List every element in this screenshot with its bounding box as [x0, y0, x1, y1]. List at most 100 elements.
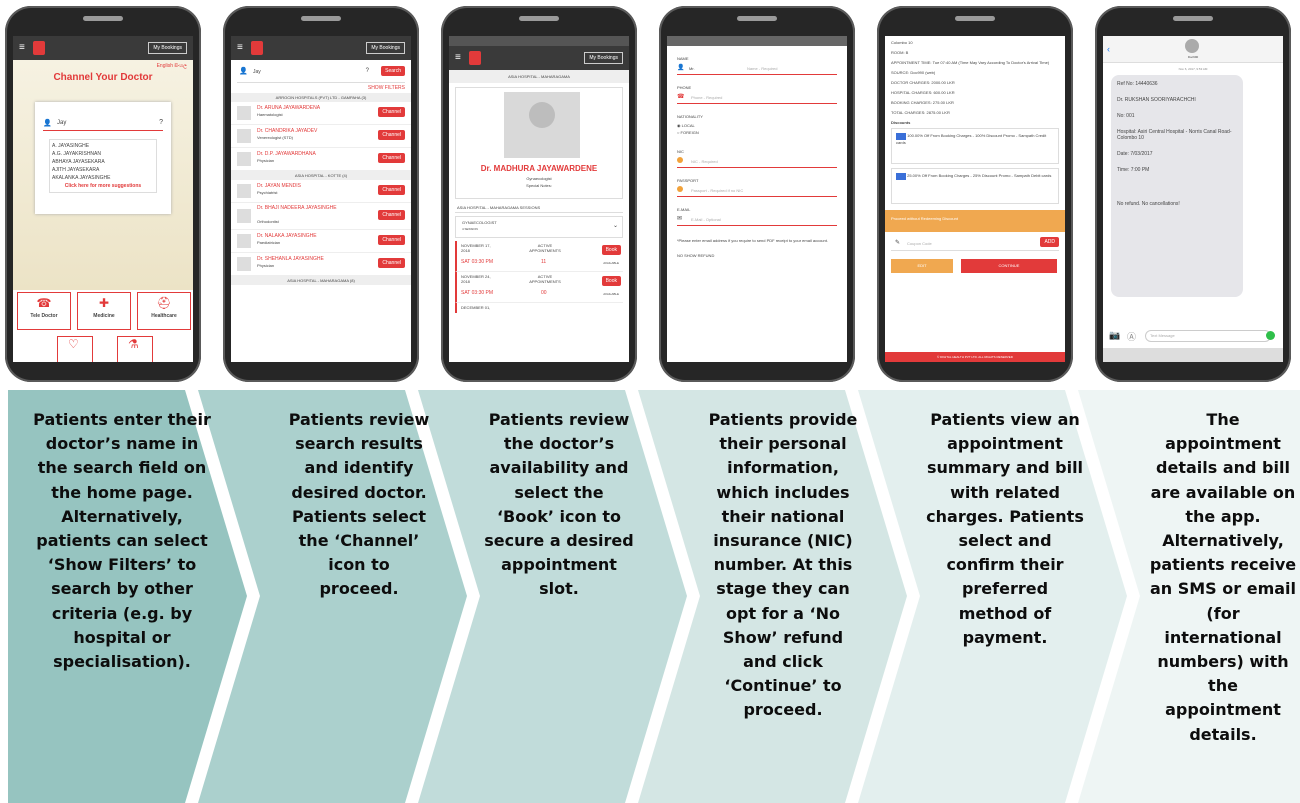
tile-healthcare[interactable]: ⛑ Healthcare: [137, 292, 191, 330]
slot-label: ACTIVE APPOINTMENTS: [529, 243, 561, 253]
card-icon: [896, 173, 906, 180]
hospital-section-header: ASIA HOSPITAL - KOTTE (4): [231, 171, 411, 180]
channel-button[interactable]: Channel: [378, 153, 405, 163]
proceed-without-discount[interactable]: Proceed without Redeeming Discount: [885, 210, 1065, 232]
passport-input[interactable]: Passport - Required if no NIC: [691, 188, 743, 193]
no-show-refund-label[interactable]: NO SHOW REFUND: [677, 253, 837, 258]
book-button[interactable]: Book: [601, 245, 621, 255]
suggestion-item[interactable]: ABHAYA JAYASEKARA: [52, 158, 154, 166]
name-input[interactable]: Name - Required: [747, 66, 777, 71]
sms-line: Dr. RUKSHAN SOORIYARACHCHI: [1117, 97, 1196, 103]
back-icon[interactable]: ‹: [1107, 44, 1110, 54]
my-bookings-button[interactable]: My Bookings: [366, 42, 405, 54]
search-button[interactable]: Search: [381, 66, 405, 76]
channel-button[interactable]: Channel: [378, 185, 405, 195]
apps-icon[interactable]: Ⓐ: [1127, 330, 1136, 343]
menu-icon[interactable]: ≡: [455, 53, 461, 63]
doctor-row: Dr. NALAKA JAYASINGHE Paediatrician Chan…: [231, 230, 411, 253]
tile-label: Tele Doctor: [30, 313, 58, 319]
help-icon[interactable]: ?: [366, 68, 369, 74]
sms-line: Date: 7/03/2017: [1117, 151, 1153, 157]
phone-search-results: ≡ My Bookings 👤 Jay ? Search SHOW FILTER…: [223, 6, 419, 382]
summary-line: BOOKING CHARGES: 275.00 LKR: [891, 100, 954, 105]
suggestion-item[interactable]: AKALANKA JAYASINGHE: [52, 174, 154, 182]
message-input[interactable]: Text Message: [1145, 330, 1271, 342]
book-button[interactable]: Book: [601, 276, 621, 286]
title-select[interactable]: Mr.: [689, 66, 695, 71]
doctor-specialty: Psychiatrist: [257, 190, 278, 195]
slot-time: SAT 03:30 PM: [461, 259, 494, 265]
discount-option[interactable]: 100.00% Off From Booking Charges - 100% …: [891, 128, 1059, 164]
channel-button[interactable]: Channel: [378, 210, 405, 220]
status-bar: [667, 36, 847, 46]
doctor-name: Dr. D.P. JAYAWARDHANA: [257, 151, 316, 157]
doctor-row: Dr. SHEHANLA JAYASINGHE Physician Channe…: [231, 253, 411, 276]
channel-button[interactable]: Channel: [378, 235, 405, 245]
language-switch[interactable]: English සිංහල: [157, 63, 187, 69]
suggestion-item[interactable]: A. JAYASINGHE: [52, 142, 154, 150]
nationality-foreign-radio[interactable]: ○ FOREIGN: [677, 130, 837, 135]
phone-home-search: ≡ My Bookings English සිංහල Channel Your…: [5, 6, 201, 382]
doctor-card: Dr. MADHURA JAYAWARDENE Gynaecologist Sp…: [455, 87, 623, 199]
message-input-bar: 📷 Ⓐ Text Message: [1103, 328, 1283, 344]
category-dropdown[interactable]: GYNAECOLOGIST 4 SESSION ⌄: [455, 216, 623, 238]
tile-label: Healthcare: [151, 313, 177, 319]
tile-heart[interactable]: ♡: [57, 336, 93, 362]
tile-medicine[interactable]: ✚ Medicine: [77, 292, 131, 330]
edit-button[interactable]: EDIT: [891, 259, 953, 273]
my-bookings-button[interactable]: My Bookings: [148, 42, 187, 54]
channel-button[interactable]: Channel: [378, 107, 405, 117]
email-field[interactable]: ✉ E-Mail - Optional: [677, 215, 837, 226]
channel-button[interactable]: Channel: [378, 130, 405, 140]
channel-button[interactable]: Channel: [378, 258, 405, 268]
tile-lab[interactable]: ⚗: [117, 336, 153, 362]
doctor-name: Dr. BHAJI NADEERA JAYASINGHE: [257, 205, 337, 211]
step-2-text: Patients review search results and ident…: [288, 410, 430, 599]
name-field[interactable]: 👤 Mr. Name - Required: [677, 64, 837, 75]
camera-icon[interactable]: 📷: [1109, 330, 1120, 341]
tile-tele-doctor[interactable]: ☎ Tele Doctor: [17, 292, 71, 330]
phone-screenshots: ≡ My Bookings English සිංහල Channel Your…: [0, 0, 1300, 385]
suggestion-item[interactable]: AJITH JAYASEKARA: [52, 166, 154, 174]
help-icon[interactable]: ?: [159, 119, 163, 126]
nic-input[interactable]: NIC - Required: [691, 159, 718, 164]
suggestion-item[interactable]: A.G. JAYAKRISHNAN: [52, 150, 154, 158]
coupon-field[interactable]: ✎ Coupon Code ADD: [891, 236, 1059, 251]
doctor-search-field[interactable]: 👤 Jay ?: [43, 118, 163, 131]
nationality-foreign: FOREIGN: [680, 130, 699, 135]
nic-label: NIC: [677, 149, 684, 154]
doctor-specialty: Physician: [257, 158, 275, 163]
discounts-heading: Discounts: [891, 120, 911, 125]
slot-label: ACTIVE APPOINTMENTS: [529, 274, 561, 284]
menu-icon[interactable]: ≡: [237, 43, 243, 53]
nationality-local-radio[interactable]: ◉ LOCAL: [677, 123, 837, 128]
email-input[interactable]: E-Mail - Optional: [691, 217, 721, 222]
phone-speaker: [737, 16, 777, 21]
sms-line: Ref No: 14440636: [1117, 81, 1158, 87]
session-slot: NOVEMBER 24, 2018 SAT 03:30 PM ACTIVE AP…: [455, 272, 623, 303]
search-value[interactable]: Jay: [57, 120, 66, 126]
summary-line: DOCTOR CHARGES: 2000.00 LKR: [891, 80, 955, 85]
nic-field[interactable]: NIC - Required: [677, 157, 837, 168]
step-5-text: Patients view an appointment summary and…: [926, 410, 1084, 647]
show-filters-link[interactable]: SHOW FILTERS: [237, 85, 405, 91]
send-icon[interactable]: [1266, 331, 1275, 340]
doctor-avatar: [237, 106, 251, 120]
coupon-input[interactable]: Coupon Code: [907, 241, 932, 246]
phone-field[interactable]: ☎ Phone - Required: [677, 93, 837, 104]
lab-icon: ⚗: [128, 337, 139, 351]
phone-input[interactable]: Phone - Required: [691, 95, 722, 100]
slot-count: 00: [541, 290, 547, 296]
more-suggestions-link[interactable]: Click here for more suggestions: [52, 182, 154, 190]
my-bookings-button[interactable]: My Bookings: [584, 52, 623, 64]
summary-line: APPOINTMENT TIME: Tue 07:40 AM (Time May…: [891, 60, 1050, 65]
continue-button[interactable]: CONTINUE: [961, 259, 1057, 273]
discount-option[interactable]: 25.00% Off From Booking Charges - 25% Di…: [891, 168, 1059, 204]
search-value[interactable]: Jay: [253, 69, 261, 75]
doctor-specialty: Physician: [257, 263, 275, 268]
phone-label: PHONE: [677, 85, 692, 90]
menu-icon[interactable]: ≡: [19, 43, 25, 53]
screen-summary: Colombo 10 ROOM: B APPOINTMENT TIME: Tue…: [885, 36, 1065, 362]
add-coupon-button[interactable]: ADD: [1040, 237, 1059, 247]
passport-field[interactable]: Passport - Required if no NIC: [677, 186, 837, 197]
